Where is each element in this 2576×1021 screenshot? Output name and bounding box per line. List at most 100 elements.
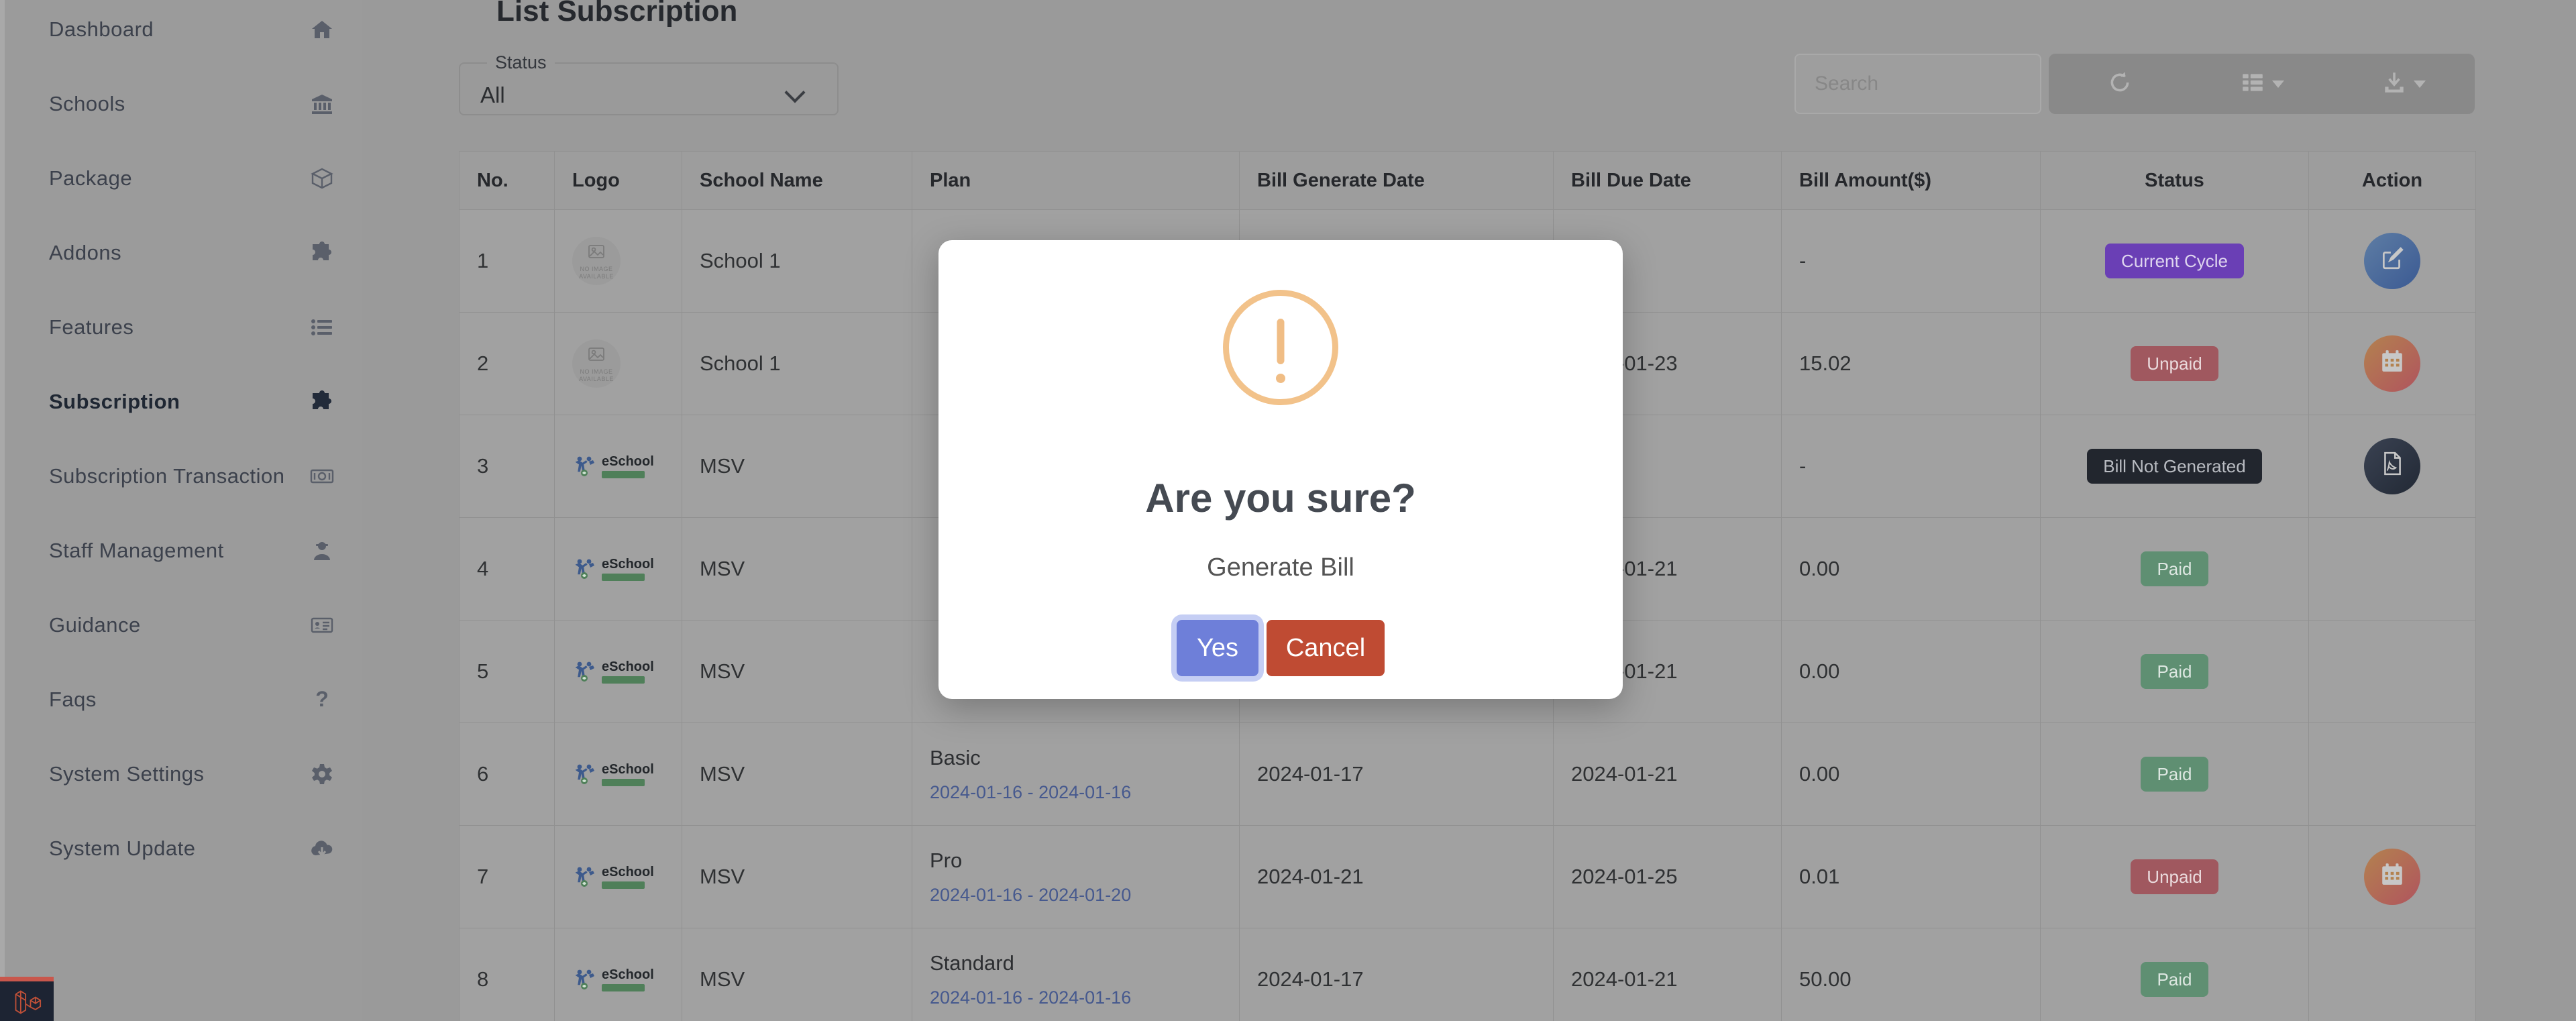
sidebar-item-label: Guidance [49,613,309,637]
cell-logo: eSchool [555,723,682,826]
cloud-download-icon [309,835,335,862]
sidebar-item-package[interactable]: Package [5,141,362,215]
status-badge: Current Cycle [2105,244,2244,278]
sidebar-item-features[interactable]: Features [5,290,362,364]
sidebar-item-label: Package [49,166,309,191]
columns-button[interactable] [2191,54,2333,114]
sidebar-item-dashboard[interactable]: Dashboard [5,0,362,66]
calendar-icon [2379,861,2405,892]
confirm-yes-button[interactable]: Yes [1177,620,1258,676]
list-icon [309,314,335,341]
cell-no: 3 [460,415,555,518]
cell-status: Paid [2041,518,2309,621]
plan-name: Pro [930,849,1239,873]
svg-text:?: ? [315,688,329,711]
sidebar-item-guidance[interactable]: Guidance [5,588,362,662]
cell-status: Unpaid [2041,826,2309,928]
sidebar-item-faqs[interactable]: Faqs? [5,662,362,737]
caret-down-icon [2272,80,2284,88]
edit-icon [2379,246,2405,276]
cell-bill-due-date: 2024-01-21 [1554,928,1782,1021]
eschool-tagline-badge [602,881,645,889]
id-card-icon [309,612,335,639]
status-badge: Paid [2141,757,2208,792]
cell-action [2309,928,2476,1021]
sidebar-item-system-update[interactable]: System Update [5,811,362,885]
school-logo: eSchool [572,762,682,786]
cell-action [2309,415,2476,518]
plan-date-range-link[interactable]: 2024-01-16 - 2024-01-20 [930,885,1239,906]
cell-logo: NO IMAGEAVAILABLE [555,210,682,313]
page-title: List Subscription [496,0,737,28]
export-button[interactable] [2332,54,2475,114]
staff-icon [309,537,335,564]
status-badge: Unpaid [2131,859,2218,894]
sidebar-item-schools[interactable]: Schools [5,66,362,141]
cell-bill-amount: 50.00 [1782,928,2041,1021]
sidebar-item-addons[interactable]: Addons [5,215,362,290]
calendar-action-button[interactable] [2364,849,2420,905]
cell-bill-amount: 0.00 [1782,621,2041,723]
cell-status: Paid [2041,723,2309,826]
cell-logo: eSchool [555,518,682,621]
cell-bill-due-date: 2024-01-25 [1554,826,1782,928]
sidebar-item-subscription[interactable]: Subscription [5,364,362,439]
cell-bill-generate-date: 2024-01-17 [1240,723,1554,826]
gear-icon [309,761,335,788]
school-logo: eSchool [572,557,682,581]
table-row: 8eSchoolMSVStandard2024-01-16 - 2024-01-… [460,928,2476,1021]
photo-icon [588,344,604,368]
cell-action [2309,313,2476,415]
column-header-bill-amount: Bill Amount($) [1782,152,2041,210]
banknote-icon [309,463,335,490]
question-icon: ? [309,686,335,713]
laravel-debugbar-toggle[interactable] [0,977,54,1021]
column-header-school-name: School Name [682,152,912,210]
bank-icon [309,91,335,117]
sidebar-item-staff-management[interactable]: Staff Management [5,513,362,588]
search-input[interactable] [1794,54,2041,114]
table-row: 6eSchoolMSVBasic2024-01-16 - 2024-01-162… [460,723,2476,826]
refresh-button[interactable] [2049,54,2191,114]
sidebar-item-label: Faqs [49,688,309,712]
status-filter-select[interactable]: Status All [459,52,839,115]
cell-bill-amount: 0.00 [1782,518,2041,621]
status-filter-value: All [480,83,505,108]
cell-logo: eSchool [555,621,682,723]
no-image-placeholder: NO IMAGEAVAILABLE [572,237,621,285]
cell-logo: NO IMAGEAVAILABLE [555,313,682,415]
sidebar-item-label: Dashboard [49,17,309,42]
pdf-action-button[interactable] [2364,438,2420,494]
sidebar-item-label: Features [49,315,309,339]
cell-plan: Pro 2024-01-16 - 2024-01-20 [912,826,1240,928]
sidebar-item-label: Subscription Transaction [49,464,309,488]
sidebar-item-label: Addons [49,241,309,265]
photo-icon [588,241,604,266]
pdf-icon [2379,451,2405,482]
cell-bill-generate-date: 2024-01-21 [1240,826,1554,928]
plan-date-range-link[interactable]: 2024-01-16 - 2024-01-16 [930,782,1239,803]
cell-logo: eSchool [555,415,682,518]
cell-no: 5 [460,621,555,723]
edit-action-button[interactable] [2364,233,2420,289]
plan-name: Basic [930,746,1239,770]
cell-action [2309,518,2476,621]
eschool-tagline-badge [602,779,645,786]
plan-date-range-link[interactable]: 2024-01-16 - 2024-01-16 [930,987,1239,1008]
eschool-tagline-badge [602,984,645,991]
debugbar-accent-strip [0,977,54,981]
table-row: 7eSchoolMSVPro2024-01-16 - 2024-01-20202… [460,826,2476,928]
school-logo: eSchool [572,967,682,991]
sidebar-item-subscription-transaction[interactable]: Subscription Transaction [5,439,362,513]
school-logo: eSchool [572,865,682,889]
sidebar-item-label: System Update [49,837,309,861]
calendar-action-button[interactable] [2364,335,2420,392]
cell-bill-generate-date: 2024-01-17 [1240,928,1554,1021]
cancel-button[interactable]: Cancel [1267,620,1385,676]
columns-icon [2240,70,2265,99]
cell-school-name: MSV [682,826,912,928]
chevron-down-icon [784,82,805,103]
home-icon [309,16,335,43]
sidebar-item-system-settings[interactable]: System Settings [5,737,362,811]
refresh-icon [2107,70,2133,99]
